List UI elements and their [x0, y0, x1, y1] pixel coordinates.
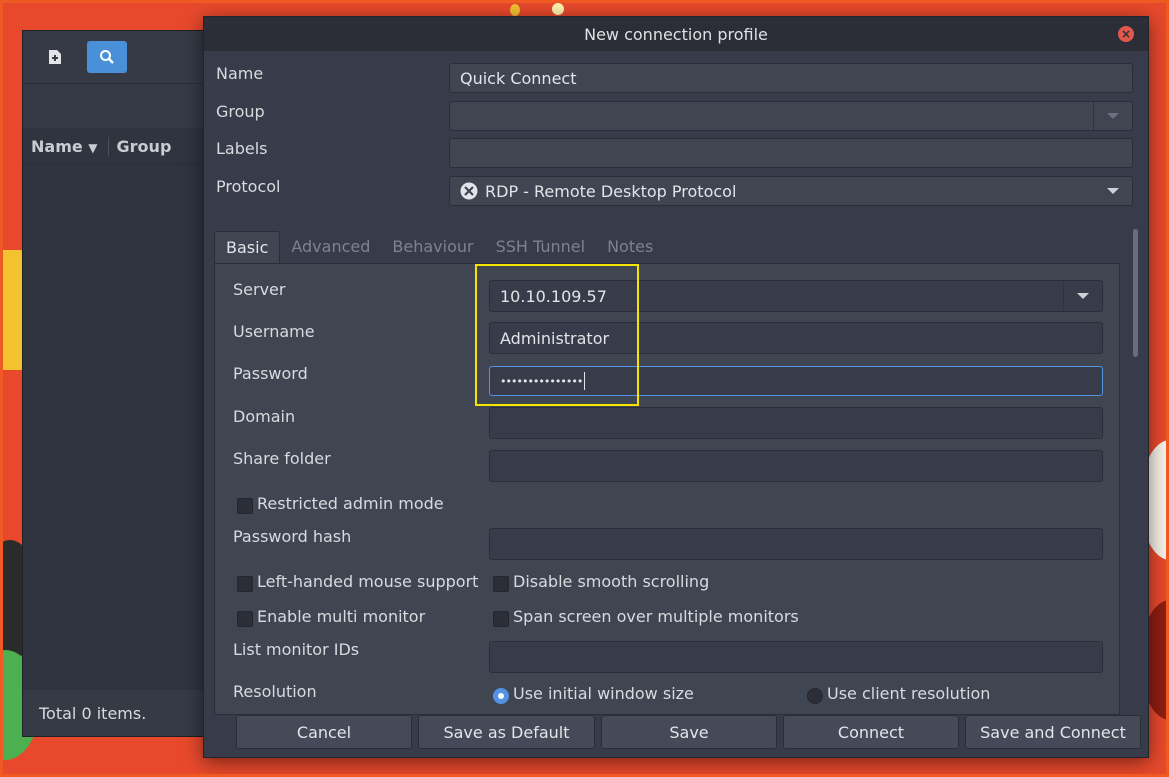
- group-label: Group: [216, 102, 265, 121]
- password-value: •••••••••••••••: [500, 374, 583, 388]
- column-name[interactable]: Name ▼: [23, 137, 98, 156]
- new-connection-button[interactable]: [35, 41, 75, 73]
- protocol-dropdown-button[interactable]: [1094, 177, 1132, 205]
- restricted-admin-label: Restricted admin mode: [257, 494, 444, 513]
- password-input[interactable]: •••••••••••••••: [489, 366, 1103, 396]
- search-button[interactable]: [87, 41, 127, 73]
- dialog-title: New connection profile: [584, 24, 768, 44]
- labels-label: Labels: [216, 139, 268, 158]
- username-input[interactable]: Administrator: [489, 322, 1103, 354]
- sort-down-icon: ▼: [88, 140, 98, 155]
- chevron-down-icon: [1077, 293, 1089, 299]
- span-screen-checkbox[interactable]: [493, 611, 509, 627]
- protocol-select[interactable]: RDP - Remote Desktop Protocol: [449, 176, 1133, 206]
- server-value: 10.10.109.57: [500, 286, 607, 306]
- res-client-label: Use client resolution: [827, 684, 991, 703]
- text-cursor: [584, 372, 586, 390]
- multi-monitor-checkbox[interactable]: [237, 611, 253, 627]
- connect-button[interactable]: Connect: [783, 715, 959, 749]
- basic-tab-panel: Server 10.10.109.57 Username Administrat…: [214, 263, 1120, 715]
- save-button[interactable]: Save: [601, 715, 777, 749]
- disable-smooth-checkbox[interactable]: [493, 576, 509, 592]
- restricted-admin-checkbox[interactable]: [237, 498, 253, 514]
- domain-input[interactable]: [489, 407, 1103, 439]
- name-label: Name: [216, 64, 264, 83]
- monitor-ids-input[interactable]: [489, 641, 1103, 673]
- server-combo[interactable]: 10.10.109.57: [489, 280, 1103, 312]
- multi-monitor-label: Enable multi monitor: [257, 607, 426, 626]
- monitor-ids-label: List monitor IDs: [233, 640, 360, 659]
- dialog-titlebar: New connection profile ×: [204, 17, 1148, 51]
- close-icon: ×: [1120, 27, 1132, 41]
- new-connection-dialog: New connection profile × Name Quick Conn…: [203, 16, 1149, 758]
- password-label: Password: [233, 364, 308, 383]
- main-subbar: [23, 83, 223, 128]
- group-dropdown-button[interactable]: [1093, 102, 1132, 130]
- res-client-radio[interactable]: [807, 688, 823, 704]
- rdp-protocol-icon: [460, 182, 478, 200]
- status-bar: Total 0 items.: [23, 690, 223, 736]
- disable-smooth-label: Disable smooth scrolling: [513, 572, 710, 591]
- cancel-button[interactable]: Cancel: [236, 715, 412, 749]
- chevron-down-icon: [1107, 188, 1119, 194]
- main-toolbar: [23, 31, 223, 83]
- resolution-label: Resolution: [233, 682, 317, 701]
- close-button[interactable]: ×: [1118, 26, 1134, 42]
- scrollbar[interactable]: [1133, 229, 1138, 357]
- tab-notes[interactable]: Notes: [596, 231, 664, 263]
- name-value: Quick Connect: [460, 68, 577, 88]
- chevron-down-icon: [1107, 113, 1119, 119]
- username-label: Username: [233, 322, 315, 341]
- protocol-value: RDP - Remote Desktop Protocol: [485, 181, 737, 201]
- tab-basic[interactable]: Basic: [214, 231, 281, 263]
- password-hash-label: Password hash: [233, 527, 352, 546]
- tab-ssh-tunnel[interactable]: SSH Tunnel: [485, 231, 596, 263]
- name-input[interactable]: Quick Connect: [449, 63, 1133, 93]
- group-combo[interactable]: [449, 101, 1133, 131]
- server-label: Server: [233, 280, 286, 299]
- column-group[interactable]: Group: [107, 136, 171, 156]
- column-headers: Name ▼ Group: [23, 128, 223, 165]
- password-hash-input[interactable]: [489, 528, 1103, 560]
- labels-input[interactable]: [449, 138, 1133, 168]
- tab-behaviour[interactable]: Behaviour: [381, 231, 484, 263]
- search-icon: [100, 50, 114, 64]
- server-dropdown-button[interactable]: [1063, 281, 1102, 311]
- tab-advanced[interactable]: Advanced: [280, 231, 381, 263]
- save-and-connect-button[interactable]: Save and Connect: [965, 715, 1141, 749]
- share-folder-label: Share folder: [233, 449, 331, 468]
- save-as-default-button[interactable]: Save as Default: [418, 715, 595, 749]
- domain-label: Domain: [233, 407, 296, 426]
- left-handed-checkbox[interactable]: [237, 576, 253, 592]
- left-handed-label: Left-handed mouse support: [257, 572, 479, 591]
- main-window: Name ▼ Group Total 0 items.: [22, 30, 224, 737]
- protocol-label: Protocol: [216, 177, 281, 196]
- connection-list[interactable]: [23, 165, 223, 690]
- button-row: Cancel Save as Default Save Connect Save…: [204, 715, 1148, 757]
- new-file-icon: [49, 50, 61, 64]
- share-folder-input[interactable]: [489, 450, 1103, 482]
- tab-bar: Basic Advanced Behaviour SSH Tunnel Note…: [214, 231, 664, 263]
- username-value: Administrator: [500, 328, 610, 348]
- res-initial-radio[interactable]: [493, 688, 509, 704]
- res-initial-label: Use initial window size: [513, 684, 694, 703]
- span-screen-label: Span screen over multiple monitors: [513, 607, 799, 626]
